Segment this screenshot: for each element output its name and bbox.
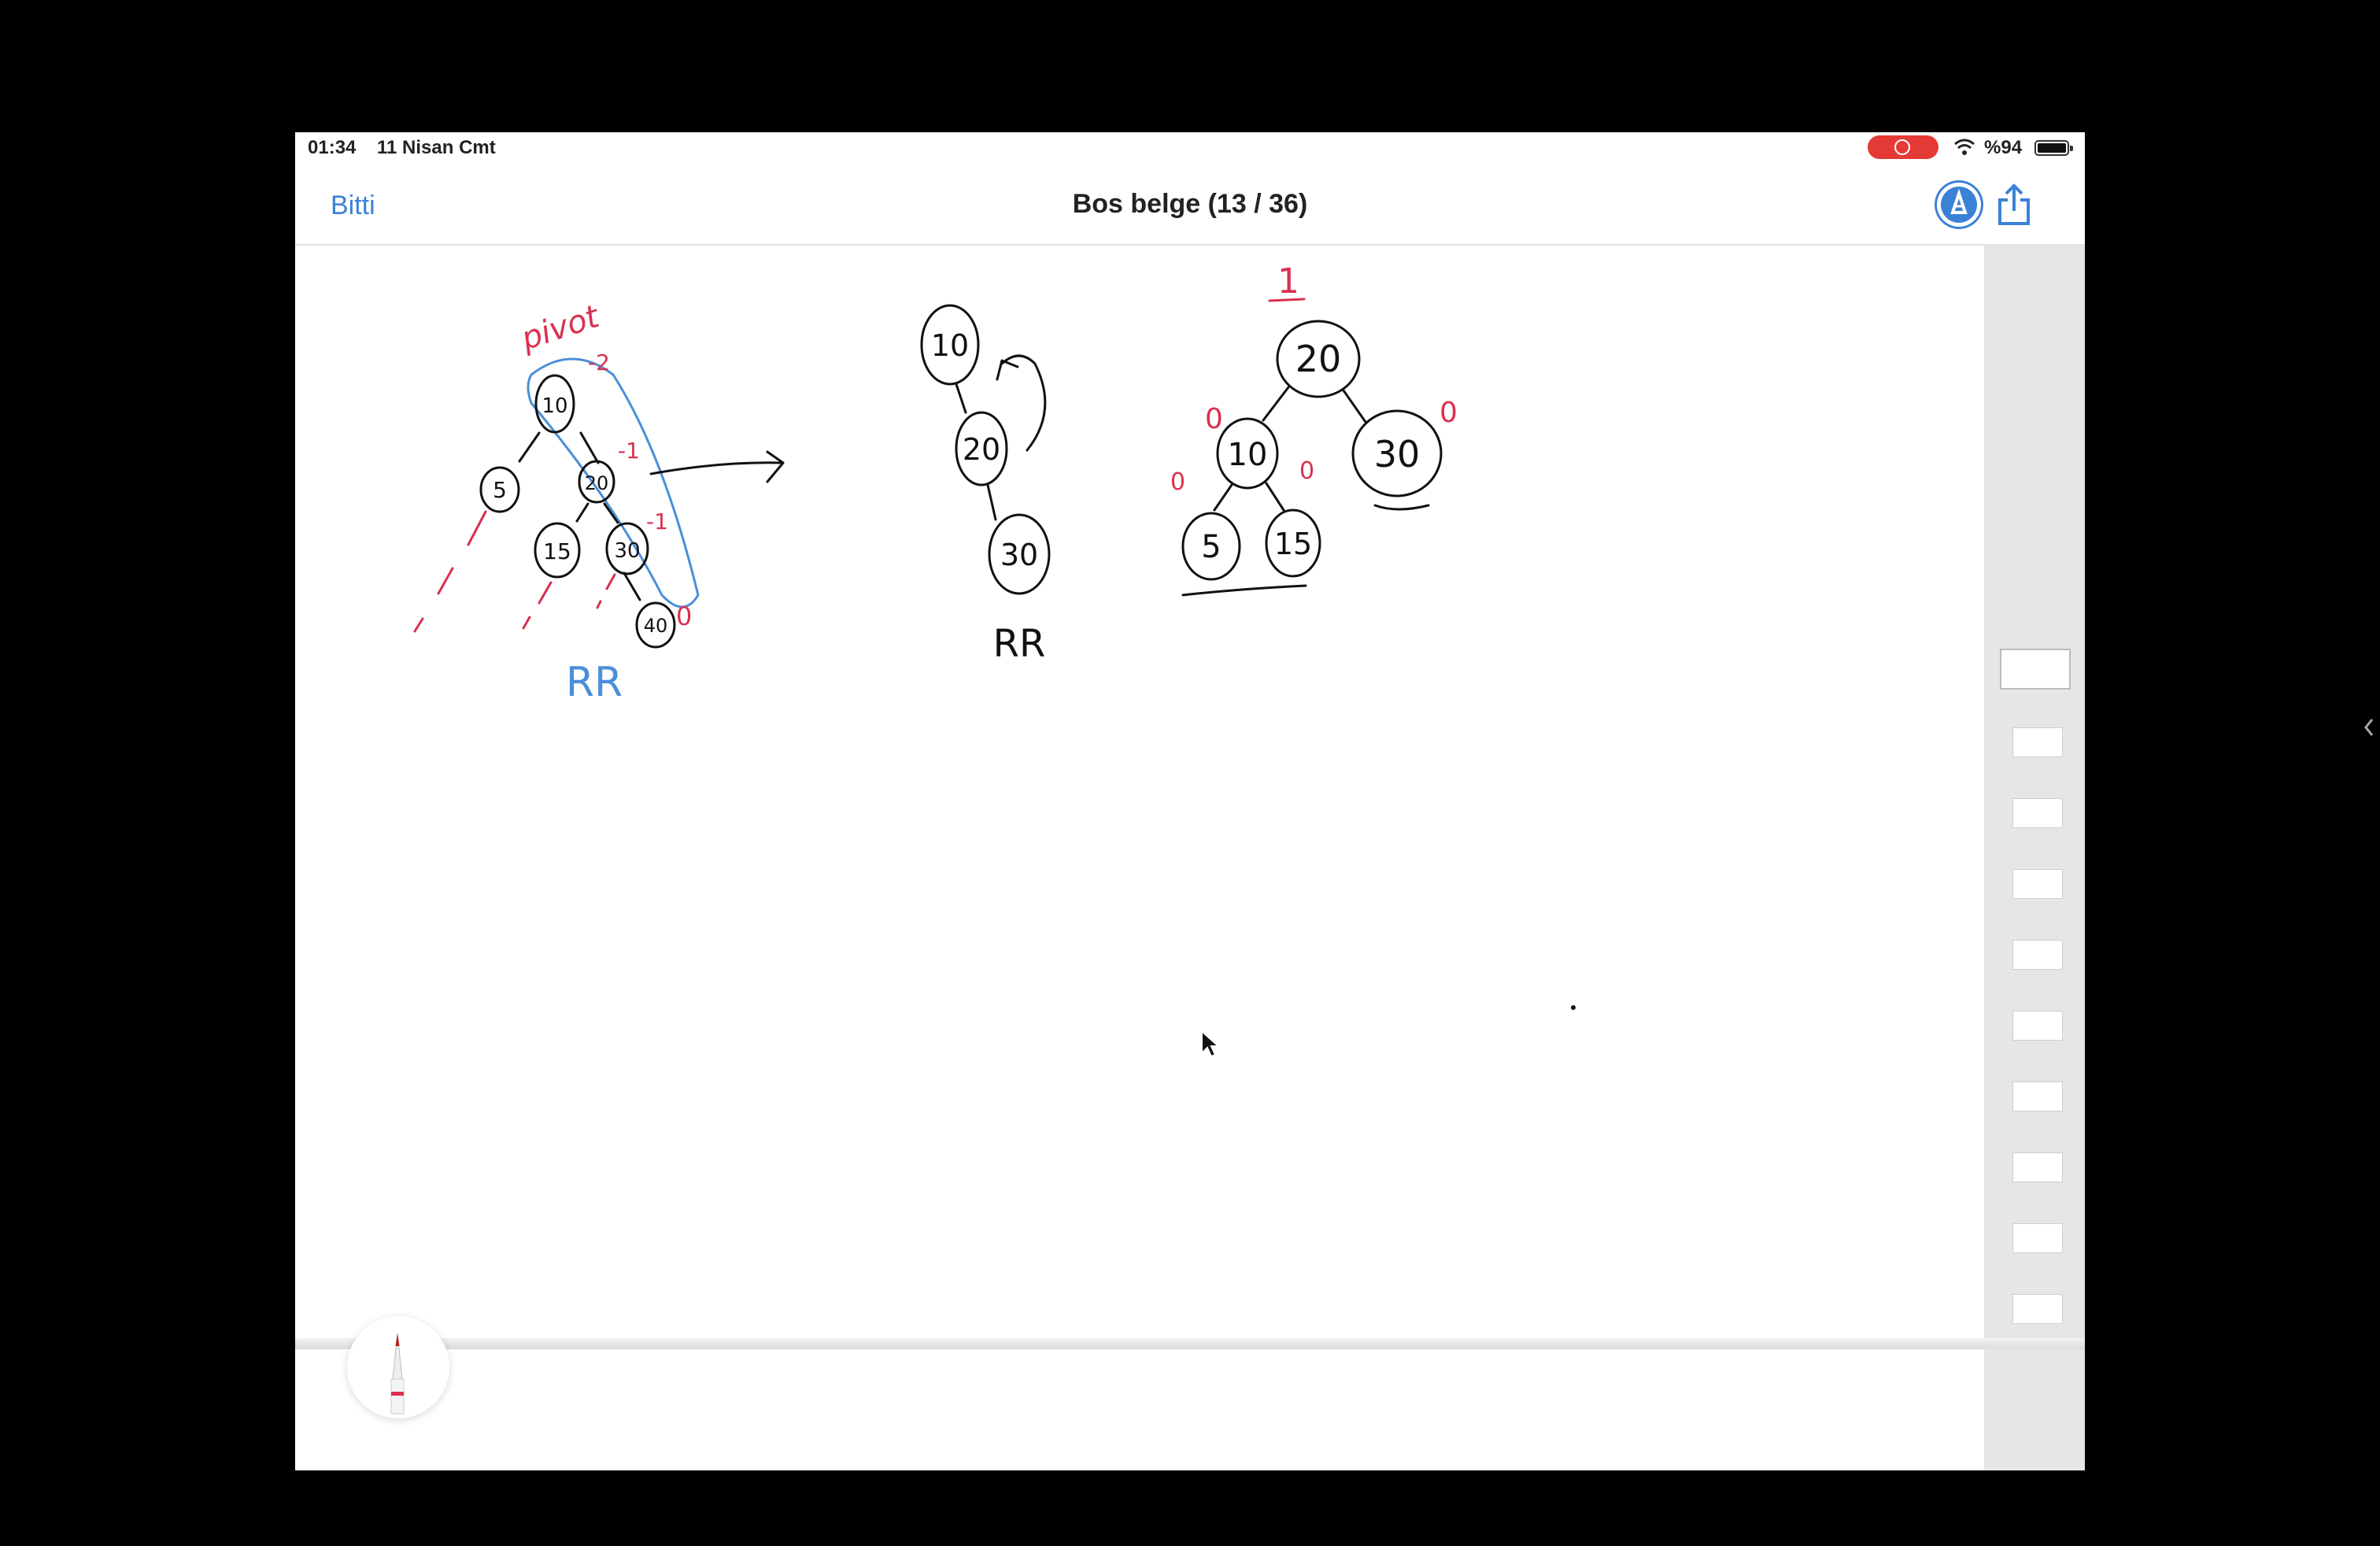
- status-date: 11 Nisan Cmt: [377, 137, 496, 158]
- tree-node: 30: [1000, 538, 1038, 572]
- ipad-screen: 01:34 11 Nisan Cmt %94 Bitti Bos belge (…: [295, 132, 2085, 1470]
- tree-node: 10: [541, 394, 567, 418]
- wifi-icon: [1954, 139, 1975, 155]
- sketch-1-tree: pivot 10 5 20 15 30 40 -2 -1 -1 0 RR: [413, 298, 700, 706]
- balance-factor: -1: [646, 509, 668, 534]
- pencil-tool-button[interactable]: [347, 1316, 449, 1418]
- level-mark: 1: [1277, 261, 1299, 301]
- page-thumbnail[interactable]: [2012, 727, 2063, 757]
- battery-icon: [2034, 140, 2073, 156]
- markup-pen-glyph: [1950, 188, 1968, 214]
- ink-dot: [1571, 1005, 1576, 1010]
- page-thumbnail[interactable]: [2012, 1294, 2063, 1324]
- tree-node: 5: [1201, 529, 1221, 565]
- balance-factor: -2: [588, 350, 610, 375]
- screen-recording-icon[interactable]: [1868, 135, 1938, 159]
- page-thumbnail[interactable]: [2012, 940, 2063, 970]
- tree-node: 10: [931, 328, 969, 363]
- balance-factor: 0: [1439, 397, 1458, 429]
- tree-node: 30: [614, 539, 640, 563]
- tree-node: 40: [644, 615, 668, 637]
- tree-node: 30: [1374, 433, 1421, 475]
- status-time: 01:34: [308, 137, 357, 158]
- mouse-cursor-icon: [1201, 1030, 1221, 1058]
- status-bar: 01:34 11 Nisan Cmt %94: [295, 132, 2085, 164]
- sketch-3-tree: 1 20 10 30 5 15 0 0 0 0: [1170, 261, 1458, 597]
- balance-factor: 0: [1205, 403, 1223, 435]
- balance-factor: -1: [618, 438, 640, 464]
- pencil-tool-icon: [390, 1333, 405, 1415]
- tree-node: 20: [963, 432, 1000, 467]
- markup-pen-icon[interactable]: [1937, 183, 1981, 227]
- page-thumbnail[interactable]: [2012, 869, 2063, 899]
- page-thumbnail-active[interactable]: [2000, 649, 2071, 690]
- page-thumbnail-sidebar[interactable]: [1984, 246, 2085, 1470]
- balance-factor: 0: [676, 601, 692, 631]
- balance-factor: 0: [1299, 457, 1314, 485]
- document-title: Bos belge (13 / 36): [1072, 189, 1308, 219]
- navigation-bar: Bitti Bos belge (13 / 36): [295, 164, 2085, 246]
- rotation-label: RR: [566, 659, 623, 706]
- share-icon[interactable]: [1992, 181, 2036, 228]
- tree-node: 20: [1295, 338, 1342, 380]
- drawing-canvas[interactable]: pivot 10 5 20 15 30 40 -2 -1 -1 0 RR 10 …: [295, 246, 1984, 1470]
- page-thumbnail[interactable]: [2012, 1082, 2063, 1111]
- balance-factor: 0: [1170, 468, 1185, 496]
- arrow-stroke: [649, 450, 785, 483]
- chevron-left-icon[interactable]: [2363, 716, 2375, 738]
- pivot-label: pivot: [516, 298, 604, 357]
- tree-node: 5: [493, 477, 507, 503]
- rotation-label: RR: [993, 622, 1046, 666]
- sketch-2-tree: 10 20 30 RR: [920, 304, 1051, 666]
- page-thumbnail[interactable]: [2012, 1011, 2063, 1041]
- tree-node: 20: [585, 472, 609, 494]
- page-thumbnail[interactable]: [2012, 798, 2063, 828]
- tree-node: 15: [1274, 527, 1312, 561]
- tree-node: 10: [1228, 437, 1268, 473]
- page-thumbnail[interactable]: [2012, 1223, 2063, 1253]
- battery-percent: %94: [1984, 137, 2023, 158]
- page-divider: [295, 1338, 2085, 1349]
- page-thumbnail[interactable]: [2012, 1152, 2063, 1182]
- tree-node: 15: [543, 538, 571, 564]
